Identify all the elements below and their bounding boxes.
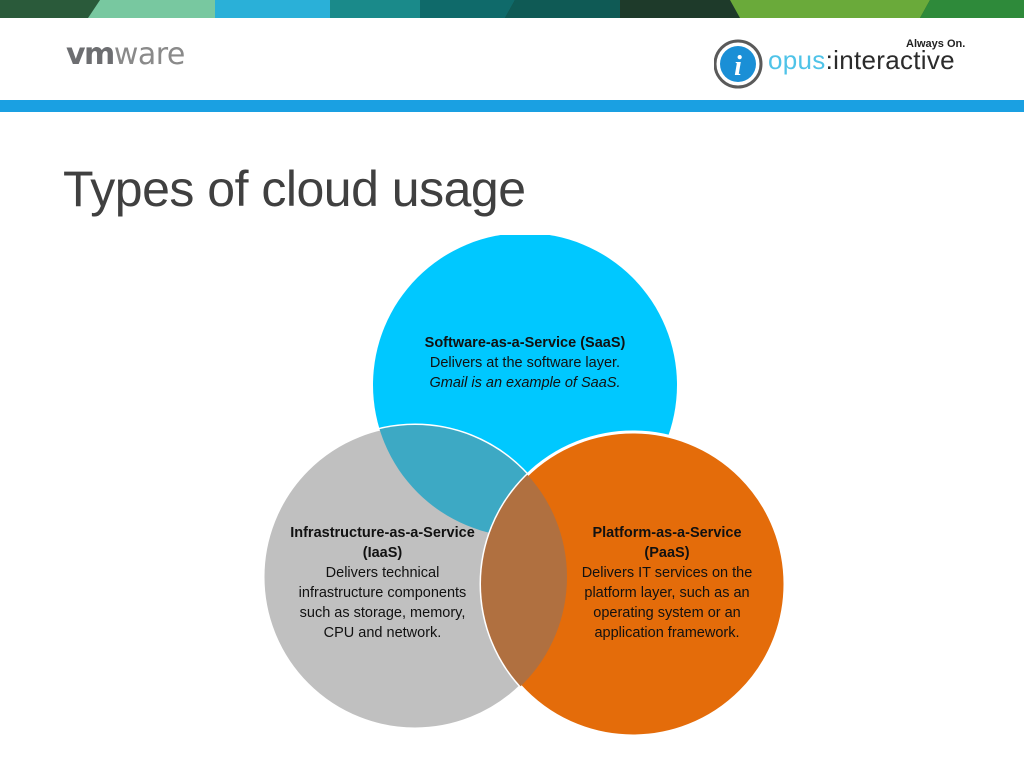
iaas-label: Infrastructure-as-a-Service (IaaS) Deliv…	[290, 523, 475, 643]
iaas-heading: Infrastructure-as-a-Service (IaaS)	[290, 525, 475, 561]
opus-word-opus: opus	[768, 45, 826, 75]
venn-diagram	[261, 235, 787, 738]
opus-glyph: i	[734, 51, 742, 82]
vmware-logo-vm: vm	[66, 37, 115, 72]
paas-label: Platform-as-a-Service (PaaS) Delivers IT…	[572, 523, 762, 643]
opus-word-separator: :	[825, 45, 834, 75]
saas-heading: Software-as-a-Service (SaaS)	[424, 335, 626, 351]
header-rule	[0, 100, 1024, 112]
saas-description: Delivers at the software layer.	[429, 355, 621, 371]
saas-example: Gmail is an example of SaaS.	[429, 375, 621, 391]
opus-word-interactive: interactive	[833, 45, 955, 75]
top-color-band	[0, 0, 1024, 18]
saas-label: Software-as-a-Service (SaaS) Delivers at…	[395, 333, 655, 393]
slide-title: Types of cloud usage	[63, 161, 526, 217]
vmware-logo: vmware	[66, 40, 185, 70]
paas-description: Delivers IT services on the platform lay…	[581, 565, 753, 641]
iaas-description: Delivers technical infrastructure compon…	[298, 565, 467, 641]
vmware-logo-ware: ware	[113, 37, 186, 72]
paas-heading: Platform-as-a-Service (PaaS)	[592, 525, 742, 561]
opus-wordmark: opus:interactive	[768, 47, 955, 73]
